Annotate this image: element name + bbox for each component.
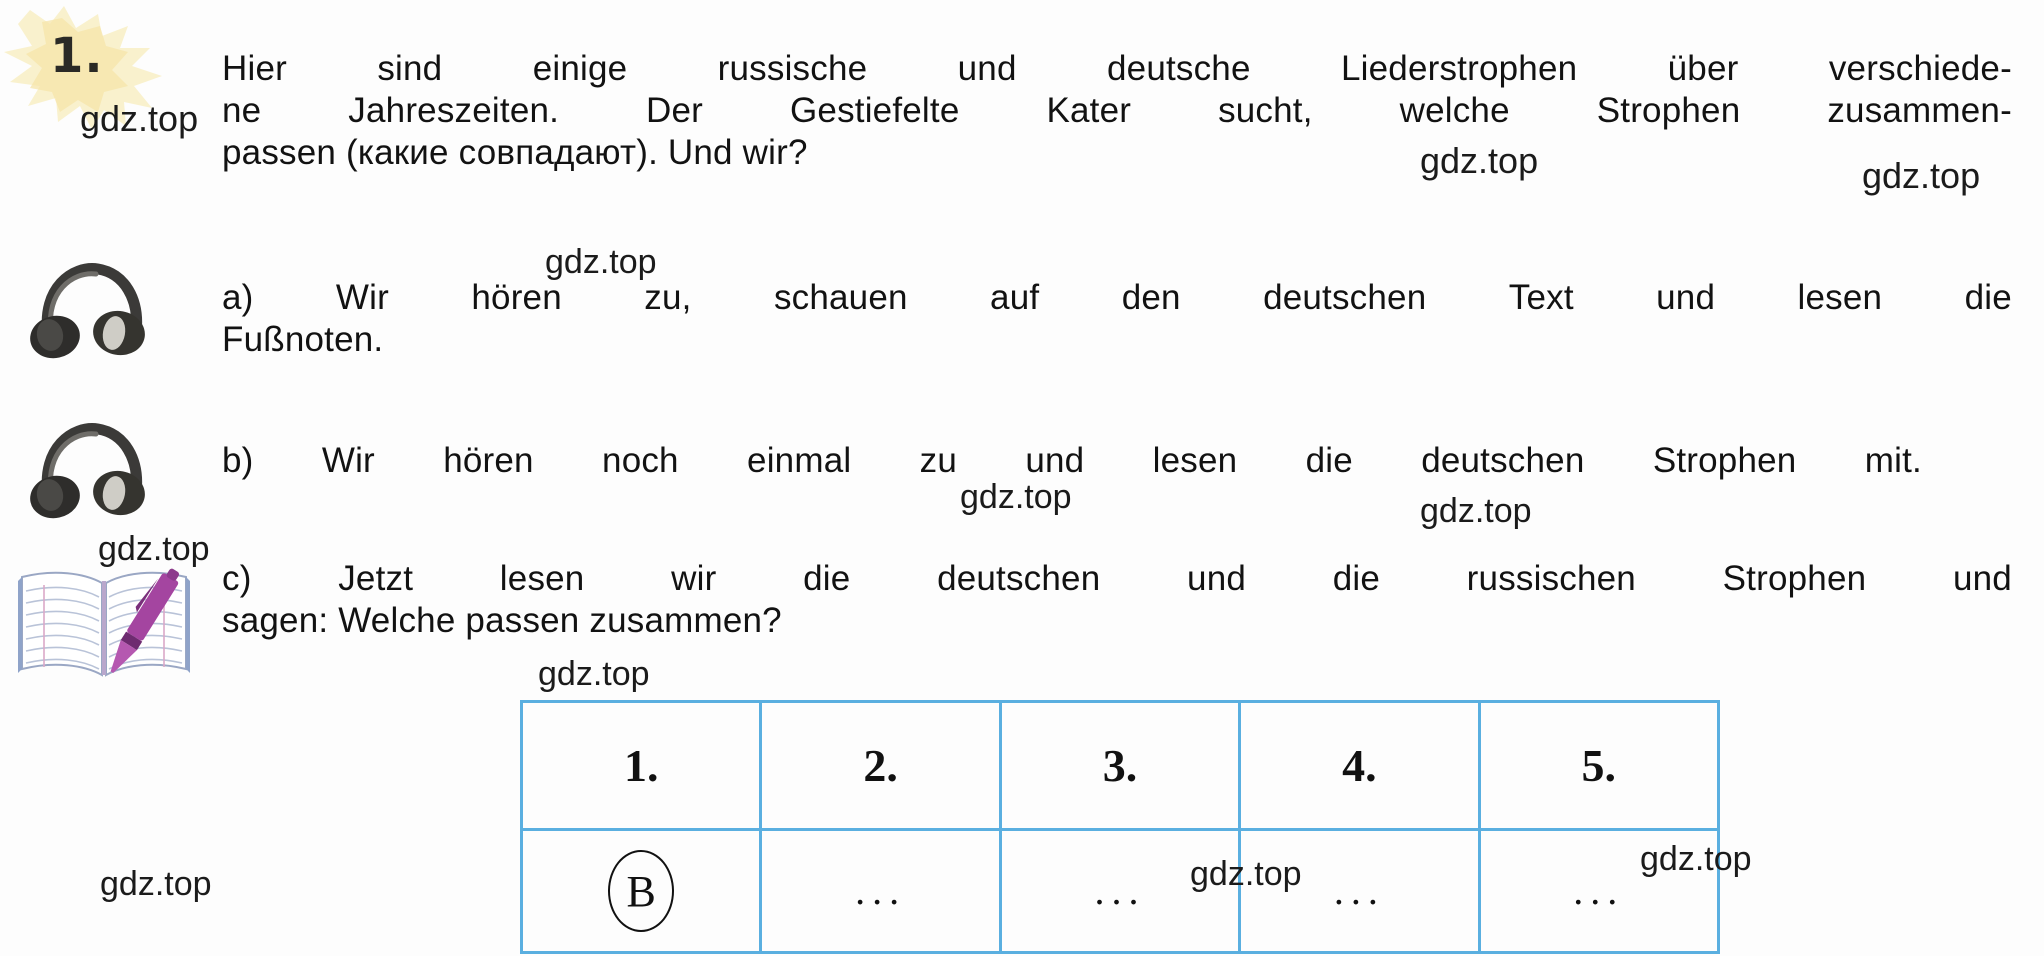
word: und <box>1952 559 2012 598</box>
word: hören <box>471 278 562 317</box>
word: Strophen <box>1652 441 1797 480</box>
word: Liederstrophen <box>1340 49 1578 88</box>
word: russische <box>717 49 868 88</box>
table-answer-cell-1[interactable]: B <box>519 828 763 954</box>
watermark: gdz.top <box>1420 492 1532 530</box>
word: auf <box>990 278 1040 317</box>
word: Strophen <box>1722 559 1867 598</box>
word: c) <box>222 559 252 598</box>
table-answer-cell-2[interactable]: ... <box>759 828 1002 954</box>
word: a) <box>222 278 254 317</box>
answer-placeholder: ... <box>1094 868 1146 913</box>
word: deutsche <box>1106 49 1251 88</box>
word: sucht, <box>1218 91 1313 130</box>
word: zu, <box>644 278 692 317</box>
textbook-page: 1. Hier sind einige russische und deutsc… <box>0 0 2044 956</box>
table-answer-row: B ... ... ... ... <box>519 828 1721 954</box>
headphones-icon <box>20 255 170 360</box>
word: die <box>1305 441 1353 480</box>
answer-placeholder: ... <box>1333 868 1385 913</box>
word: und <box>1656 278 1716 317</box>
word: und <box>957 49 1017 88</box>
table-header-row: 1. 2. 3. 4. 5. <box>519 700 1721 831</box>
table-header-cell-5: 5. <box>1477 700 1721 831</box>
word: Der <box>646 91 704 130</box>
word: mit. <box>1864 441 1922 480</box>
word: wir <box>671 559 717 598</box>
word: noch <box>602 441 679 480</box>
table-header-cell-3: 3. <box>998 700 1242 831</box>
table-header-cell-1: 1. <box>519 700 763 831</box>
word: Jetzt <box>338 559 414 598</box>
intro-line-1: Hier sind einige russische und deutsche … <box>222 48 2012 90</box>
circled-answer-b: B <box>608 850 675 932</box>
task-b-text: b) Wir hören noch einmal zu und lesen di… <box>222 440 1922 482</box>
word: schauen <box>773 278 908 317</box>
word: zusammen- <box>1827 91 2012 130</box>
word: Text <box>1508 278 1574 317</box>
word: zu <box>919 441 958 480</box>
word: einmal <box>747 441 852 480</box>
word: b) <box>222 441 254 480</box>
answer-placeholder: ... <box>1573 868 1625 913</box>
table-answer-cell-3[interactable]: ... <box>998 828 1242 954</box>
word: die <box>1332 559 1381 598</box>
task-a-line-2: Fußnoten. <box>222 320 384 359</box>
word: Hier <box>222 49 287 88</box>
word: und <box>1187 559 1247 598</box>
word: lesen <box>1797 278 1883 317</box>
word: sind <box>377 49 443 88</box>
word: deutschen <box>1421 441 1585 480</box>
word: deutschen <box>937 559 1101 598</box>
word: die <box>1964 278 2012 317</box>
word: ne <box>222 91 262 130</box>
word: verschiede- <box>1828 49 2012 88</box>
word: deutschen <box>1263 278 1427 317</box>
word: Strophen <box>1596 91 1741 130</box>
watermark: gdz.top <box>100 865 212 903</box>
table-header-cell-4: 4. <box>1238 700 1481 831</box>
watermark: gdz.top <box>960 478 1072 516</box>
table-answer-cell-5[interactable]: ... <box>1477 828 1721 954</box>
word: Jahreszeiten. <box>348 91 560 130</box>
exercise-intro-text: Hier sind einige russische und deutsche … <box>222 48 2012 174</box>
answer-table: 1. 2. 3. 4. 5. B ... ... ... ... <box>519 700 1721 954</box>
watermark: gdz.top <box>80 98 199 139</box>
task-c-line-2: sagen: Welche passen zusammen? <box>222 601 782 640</box>
word: hören <box>443 441 534 480</box>
intro-line-2: ne Jahreszeiten. Der Gestiefelte Kater s… <box>222 90 2012 132</box>
intro-line-3: passen (какие совпадают). Und wir? <box>222 133 808 172</box>
word: die <box>803 559 851 598</box>
word: über <box>1667 49 1739 88</box>
watermark: gdz.top <box>538 655 650 693</box>
task-b-line-1: b) Wir hören noch einmal zu und lesen di… <box>222 440 1922 482</box>
word: und <box>1025 441 1085 480</box>
word: russischen <box>1466 559 1636 598</box>
task-c-text: c) Jetzt lesen wir die deutschen und die… <box>222 558 2012 642</box>
word: Gestiefelte <box>789 91 960 130</box>
word: lesen <box>1152 441 1238 480</box>
headphones-icon <box>20 415 170 520</box>
word: Wir <box>321 441 375 480</box>
word: Wir <box>335 278 389 317</box>
table-answer-cell-4[interactable]: ... <box>1238 828 1481 954</box>
exercise-number: 1. <box>50 28 104 84</box>
task-a-line-1: a) Wir hören zu, schauen auf den deutsch… <box>222 277 2012 319</box>
answer-placeholder: ... <box>855 868 907 913</box>
word: Kater <box>1046 91 1132 130</box>
word: den <box>1121 278 1181 317</box>
word: lesen <box>499 559 585 598</box>
word: welche <box>1399 91 1510 130</box>
notebook-pen-icon <box>14 555 194 685</box>
word: einige <box>532 49 628 88</box>
task-c-line-1: c) Jetzt lesen wir die deutschen und die… <box>222 558 2012 600</box>
task-a-text: a) Wir hören zu, schauen auf den deutsch… <box>222 277 2012 361</box>
table-header-cell-2: 2. <box>759 700 1002 831</box>
